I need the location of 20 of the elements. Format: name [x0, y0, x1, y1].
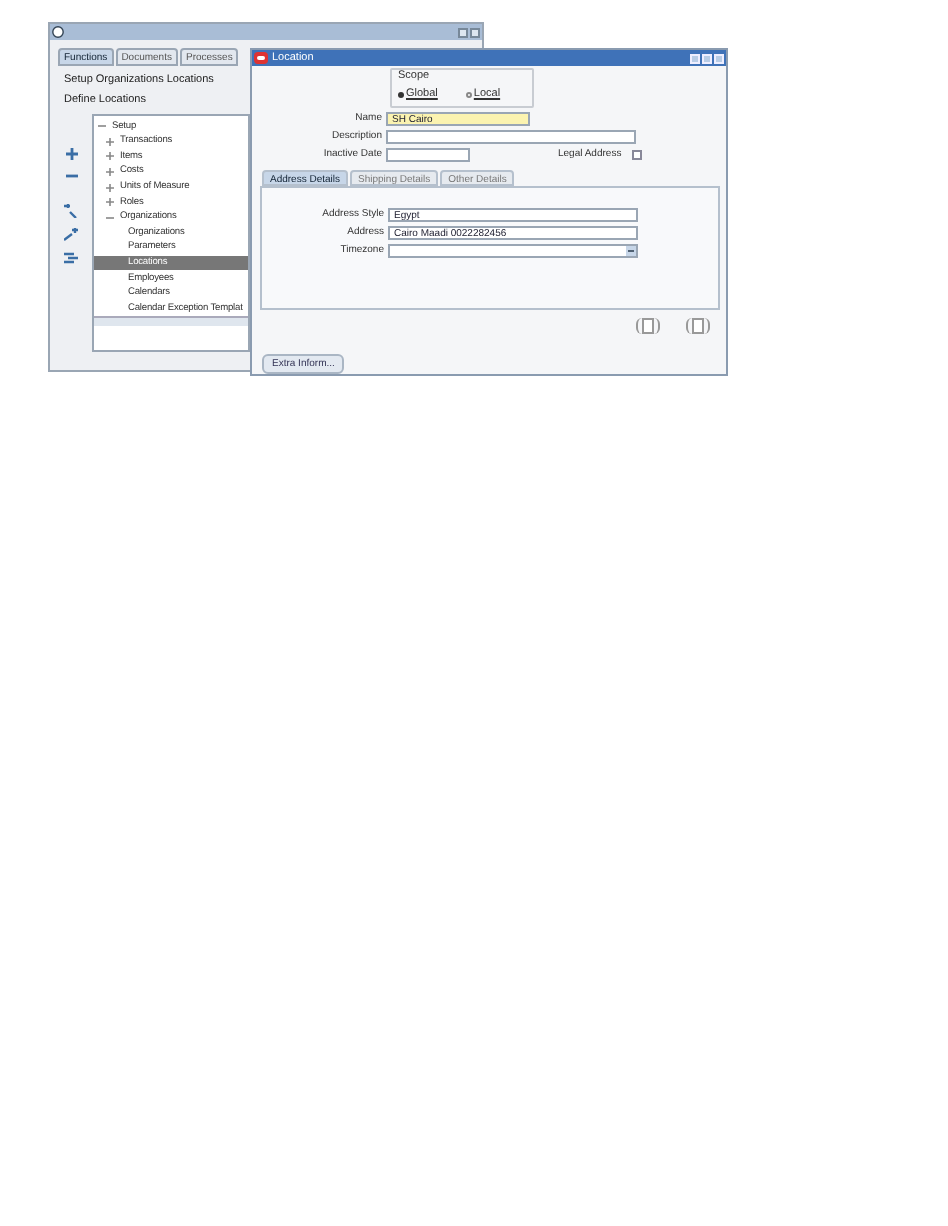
date-field[interactable] [386, 148, 470, 163]
minimize-button[interactable] [458, 27, 468, 37]
dropdown-icon[interactable] [626, 245, 636, 256]
minus-icon[interactable] [65, 169, 77, 181]
attachment-button[interactable] [636, 317, 660, 333]
plus-icon [106, 168, 114, 177]
text-field[interactable] [386, 130, 636, 145]
dropdown-field[interactable] [388, 243, 638, 258]
maximize-button[interactable] [702, 53, 712, 63]
plus-icon[interactable] [65, 147, 77, 159]
attachment-button[interactable] [686, 317, 710, 333]
plus-icon [106, 183, 114, 192]
app-icon [52, 26, 64, 38]
plus-icon [106, 137, 114, 146]
plus-icon [106, 152, 114, 161]
scrollbar[interactable] [94, 315, 248, 325]
checkbox[interactable] [631, 150, 642, 161]
plus-icon [106, 198, 114, 207]
collapse-all-icon[interactable] [64, 251, 78, 265]
close-button[interactable] [470, 27, 480, 37]
